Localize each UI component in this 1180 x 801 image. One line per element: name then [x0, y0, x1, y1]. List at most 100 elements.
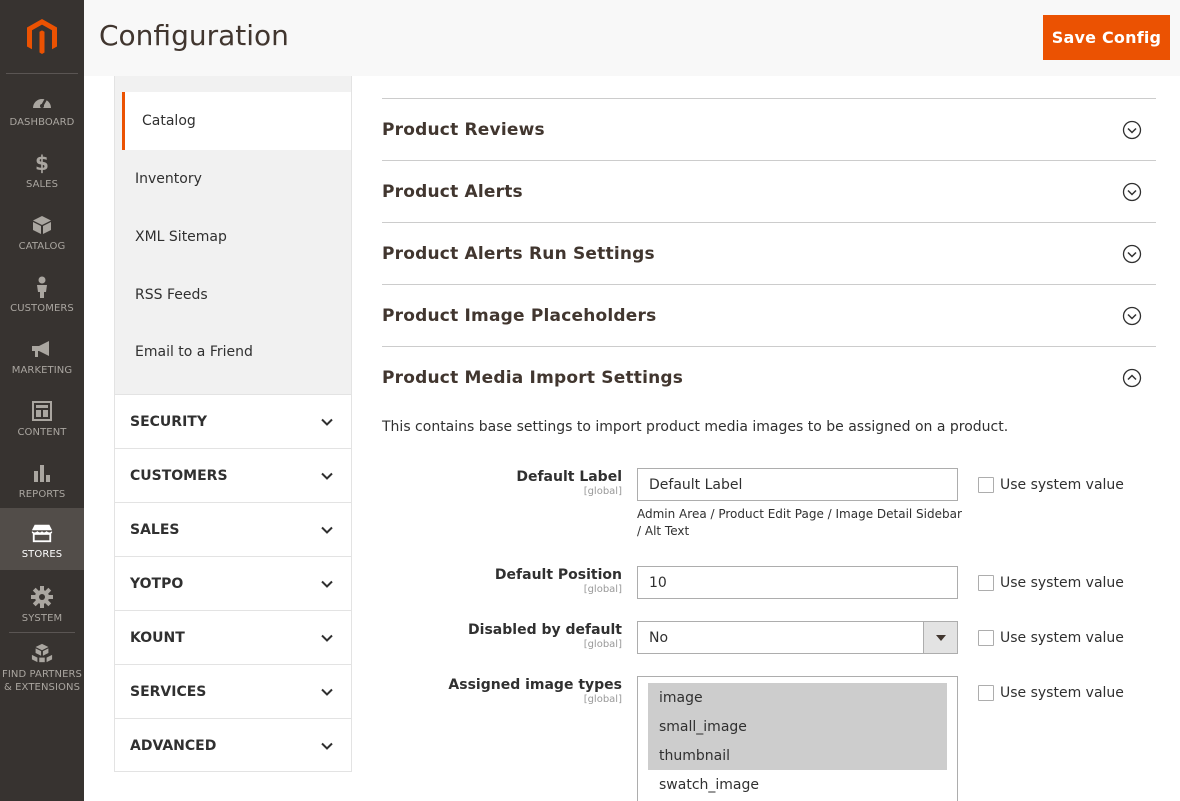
- sidebar-item-rss-feeds[interactable]: RSS Feeds: [115, 266, 351, 324]
- nav-item-label: SALES: [25, 179, 59, 190]
- use-system-value-checkbox[interactable]: [978, 685, 994, 701]
- page-title: Configuration: [99, 19, 289, 52]
- group-product-alerts[interactable]: Product Alerts: [382, 160, 1156, 222]
- use-system-value-default-label[interactable]: Use system value: [978, 477, 1124, 493]
- section-label: SALES: [130, 521, 180, 538]
- input-value: Default Label: [649, 476, 743, 493]
- sidebar-section-security[interactable]: SECURITY: [115, 394, 351, 448]
- nav-item-label: CUSTOMERS: [10, 303, 74, 314]
- field-label-assigned-image-types: Assigned image types [global]: [382, 677, 622, 705]
- nav-item-system[interactable]: SYSTEM: [0, 572, 84, 634]
- section-label: ADVANCED: [130, 737, 217, 754]
- sidebar-item-inventory[interactable]: Inventory: [115, 150, 351, 208]
- chevron-down-icon: [321, 418, 333, 426]
- nav-item-label: FIND PARTNERS & EXTENSIONS: [1, 669, 83, 693]
- sidebar-section-advanced[interactable]: ADVANCED: [115, 718, 351, 772]
- cube-icon: [31, 214, 53, 236]
- input-value: 10: [649, 574, 667, 591]
- sidebar-item-email-to-a-friend[interactable]: Email to a Friend: [115, 323, 351, 381]
- chevron-down-icon: [321, 634, 333, 642]
- storefront-icon: [31, 522, 53, 544]
- bar-chart-icon: [31, 462, 53, 484]
- boxes-icon: [31, 642, 53, 664]
- nav-item-label: STORES: [21, 549, 63, 560]
- assigned-image-types-multiselect[interactable]: image small_image thumbnail swatch_image: [637, 676, 958, 801]
- nav-item-customers[interactable]: CUSTOMERS: [0, 262, 84, 324]
- nav-item-stores[interactable]: STORES: [0, 508, 84, 570]
- catalog-subitems: Catalog Inventory XML Sitemap RSS Feeds …: [115, 76, 351, 394]
- group-product-alerts-run-settings[interactable]: Product Alerts Run Settings: [382, 222, 1156, 284]
- sidebar-section-services[interactable]: SERVICES: [115, 664, 351, 718]
- chevron-down-icon: [321, 526, 333, 534]
- multiselect-option[interactable]: image: [648, 683, 947, 712]
- expand-circle-icon: [1122, 306, 1142, 325]
- field-label: Assigned image types: [448, 677, 622, 693]
- sidebar-item-catalog[interactable]: Catalog: [122, 92, 351, 150]
- sidebar-section-yotpo[interactable]: YOTPO: [115, 556, 351, 610]
- chevron-down-icon: [321, 472, 333, 480]
- expand-circle-icon: [1122, 182, 1142, 201]
- nav-item-catalog[interactable]: CATALOG: [0, 200, 84, 262]
- group-product-image-placeholders[interactable]: Product Image Placeholders: [382, 284, 1156, 346]
- chevron-down-icon: [321, 688, 333, 696]
- megaphone-icon: [31, 338, 53, 360]
- section-label: CUSTOMERS: [130, 467, 228, 484]
- field-note: Admin Area / Product Edit Page / Image D…: [637, 507, 962, 538]
- field-label: Default Label: [516, 469, 622, 485]
- sidebar-item-xml-sitemap[interactable]: XML Sitemap: [115, 208, 351, 266]
- config-sidebar: Catalog Inventory XML Sitemap RSS Feeds …: [114, 76, 352, 772]
- multiselect-option[interactable]: small_image: [648, 712, 947, 741]
- group-product-media-import-settings[interactable]: Product Media Import Settings: [382, 346, 1156, 408]
- nav-item-label: SYSTEM: [21, 613, 63, 624]
- group-title: Product Alerts Run Settings: [382, 243, 655, 264]
- chevron-down-icon: [321, 580, 333, 588]
- use-system-value-checkbox[interactable]: [978, 477, 994, 493]
- dollar-icon: $: [34, 151, 50, 175]
- sidebar-section-customers[interactable]: CUSTOMERS: [115, 448, 351, 502]
- nav-item-dashboard[interactable]: DASHBOARD: [0, 76, 84, 138]
- field-label-default-position: Default Position [global]: [382, 567, 622, 595]
- group-description: This contains base settings to import pr…: [382, 419, 1009, 435]
- save-config-button[interactable]: Save Config: [1043, 15, 1170, 60]
- disabled-by-default-select[interactable]: No: [637, 621, 958, 654]
- default-label-input[interactable]: Default Label: [637, 468, 958, 501]
- field-scope: [global]: [583, 639, 622, 650]
- nav-item-label: CATALOG: [18, 241, 66, 252]
- expand-circle-icon: [1122, 120, 1142, 139]
- default-position-input[interactable]: 10: [637, 566, 958, 599]
- nav-item-content[interactable]: CONTENT: [0, 386, 84, 448]
- collapse-circle-icon: [1122, 368, 1142, 387]
- gear-icon: [31, 586, 53, 608]
- nav-item-reports[interactable]: REPORTS: [0, 448, 84, 510]
- sidebar-section-kount[interactable]: KOUNT: [115, 610, 351, 664]
- group-title: Product Media Import Settings: [382, 367, 684, 388]
- use-system-value-checkbox[interactable]: [978, 630, 994, 646]
- section-label: SECURITY: [130, 413, 207, 430]
- multiselect-option[interactable]: swatch_image: [648, 770, 947, 799]
- nav-item-label: MARKETING: [11, 365, 73, 376]
- nav-divider: [9, 632, 75, 633]
- dashboard-icon: [31, 90, 53, 112]
- checkbox-label: Use system value: [1000, 630, 1124, 646]
- group-product-reviews[interactable]: Product Reviews: [382, 98, 1156, 160]
- section-label: YOTPO: [130, 575, 184, 592]
- use-system-value-assigned-image-types[interactable]: Use system value: [978, 685, 1124, 701]
- nav-item-sales[interactable]: $ SALES: [0, 138, 84, 200]
- field-scope: [global]: [583, 694, 622, 705]
- multiselect-option[interactable]: thumbnail: [648, 741, 947, 770]
- expand-circle-icon: [1122, 244, 1142, 263]
- magento-logo-icon[interactable]: [6, 0, 78, 74]
- nav-item-marketing[interactable]: MARKETING: [0, 324, 84, 386]
- nav-item-find-partners[interactable]: FIND PARTNERS & EXTENSIONS: [0, 634, 84, 704]
- use-system-value-checkbox[interactable]: [978, 575, 994, 591]
- config-main: Product Reviews Product Alerts Product A…: [382, 76, 1156, 801]
- select-arrow-icon: [923, 622, 957, 653]
- chevron-down-icon: [321, 742, 333, 750]
- checkbox-label: Use system value: [1000, 685, 1124, 701]
- nav-item-label: CONTENT: [17, 427, 67, 438]
- nav-item-label: REPORTS: [18, 489, 66, 500]
- use-system-value-disabled-by-default[interactable]: Use system value: [978, 630, 1124, 646]
- sidebar-section-sales[interactable]: SALES: [115, 502, 351, 556]
- use-system-value-default-position[interactable]: Use system value: [978, 575, 1124, 591]
- section-label: KOUNT: [130, 629, 185, 646]
